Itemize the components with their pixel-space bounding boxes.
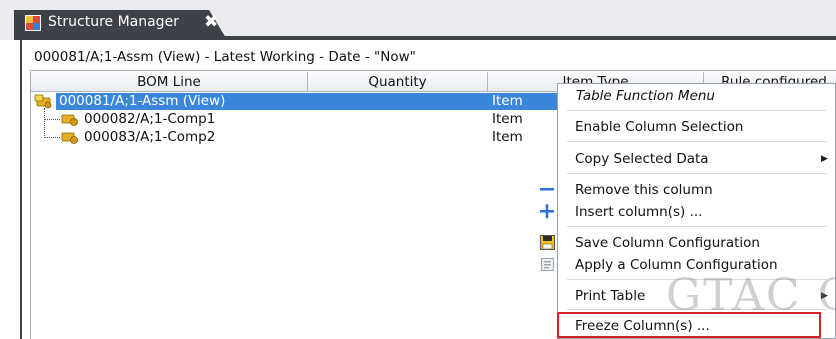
- assembly-icon: [34, 94, 54, 109]
- table-row[interactable]: 000083/A;1-Comp2: [84, 129, 215, 146]
- plus-icon: [539, 203, 555, 219]
- table-row[interactable]: 000081/A;1-Assm (View): [59, 93, 225, 110]
- bom-line-cell: 000081/A;1-Assm (View): [59, 93, 226, 109]
- menu-item-save-column-configuration[interactable]: Save Column Configuration: [575, 235, 760, 251]
- menu-item-print-table[interactable]: Print Table: [575, 288, 645, 304]
- menu-item-enable-column-selection[interactable]: Enable Column Selection: [575, 119, 743, 135]
- item-type-cell: Item: [492, 111, 523, 127]
- item-type-cell: Item: [492, 129, 523, 145]
- close-icon[interactable]: ✖: [204, 11, 218, 33]
- table-row[interactable]: 000082/A;1-Comp1: [84, 111, 215, 128]
- menu-separator: [567, 110, 827, 111]
- tree-connector: [44, 137, 60, 138]
- column-header-bom-line[interactable]: BOM Line: [31, 72, 308, 92]
- menu-item-copy-selected-data[interactable]: Copy Selected Data: [575, 151, 709, 167]
- save-icon: [540, 235, 555, 250]
- menu-separator: [567, 141, 827, 142]
- minus-icon: [539, 181, 555, 197]
- structure-manager-icon: [25, 15, 41, 31]
- tab-title: Structure Manager: [48, 14, 179, 30]
- menu-separator: [567, 173, 827, 174]
- menu-title: Table Function Menu: [576, 88, 715, 104]
- watermark: GTAC Gr: [666, 270, 836, 321]
- tree-connector: [44, 108, 45, 138]
- menu-item-insert-columns[interactable]: Insert column(s) ...: [575, 204, 702, 220]
- submenu-arrow-icon: ▶: [821, 154, 828, 164]
- menu-item-remove-column[interactable]: Remove this column: [575, 182, 713, 198]
- column-header-quantity[interactable]: Quantity: [308, 72, 488, 92]
- component-icon: [60, 112, 80, 127]
- menu-separator: [567, 226, 827, 227]
- apply-config-icon: [540, 257, 555, 272]
- component-icon: [60, 130, 80, 145]
- context-line: 000081/A;1-Assm (View) - Latest Working …: [34, 49, 416, 65]
- bom-line-cell: 000082/A;1-Comp1: [84, 111, 216, 127]
- tree-connector: [44, 119, 60, 120]
- item-type-cell: Item: [492, 93, 523, 109]
- bom-line-cell: 000083/A;1-Comp2: [84, 129, 216, 145]
